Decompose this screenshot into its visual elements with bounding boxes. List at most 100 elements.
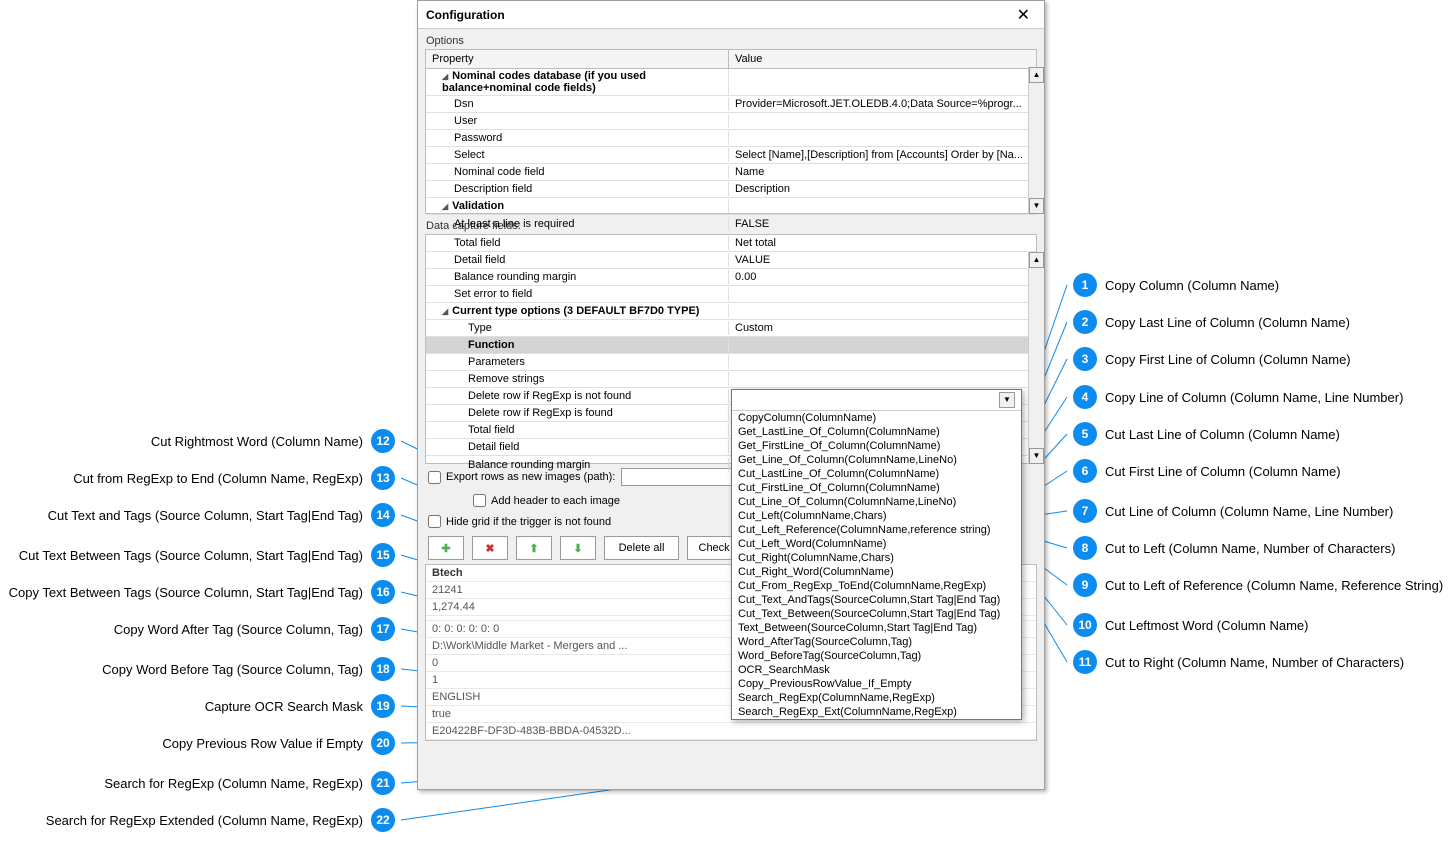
dropdown-item[interactable]: Copy_PreviousRowValue_If_Empty [732, 677, 1021, 691]
callout: 13Cut from RegExp to End (Column Name, R… [73, 466, 403, 490]
callout: 8Cut to Left (Column Name, Number of Cha… [1065, 536, 1395, 560]
chevron-down-icon[interactable]: ▼ [999, 392, 1015, 408]
dropdown-item[interactable]: Cut_Left(ColumnName,Chars) [732, 509, 1021, 523]
group-current-type[interactable]: Current type options (3 DEFAULT BF7D0 TY… [426, 303, 1036, 320]
dropdown-item[interactable]: Cut_Text_AndTags(SourceColumn,Start Tag|… [732, 593, 1021, 607]
callout-number: 13 [371, 466, 395, 490]
callout-label: Copy Column (Column Name) [1105, 278, 1279, 293]
callout-label: Copy Last Line of Column (Column Name) [1105, 315, 1350, 330]
arrow-down-icon: ⬇ [573, 542, 582, 555]
scroll-up-icon[interactable]: ▲ [1029, 252, 1044, 268]
scrollbar[interactable]: ▲ ▼ [1028, 252, 1044, 464]
dropdown-item[interactable]: Cut_Right_Word(ColumnName) [732, 565, 1021, 579]
callout: 7Cut Line of Column (Column Name, Line N… [1065, 499, 1393, 523]
callout-number: 22 [371, 808, 395, 832]
x-icon: ✖ [485, 542, 494, 555]
callout-number: 9 [1073, 573, 1097, 597]
move-up-button[interactable]: ⬆ [516, 536, 552, 560]
dropdown-item[interactable]: Search_RegExp_Ext(ColumnName,RegExp) [732, 705, 1021, 719]
grid-row[interactable]: DsnProvider=Microsoft.JET.OLEDB.4.0;Data… [426, 96, 1036, 113]
dropdown-item[interactable]: Cut_Right(ColumnName,Chars) [732, 551, 1021, 565]
add-button[interactable]: ✚ [428, 536, 464, 560]
grid-row[interactable]: Detail fieldVALUE [426, 252, 1036, 269]
grid-row[interactable]: At least a line is requiredFALSE [426, 215, 1036, 232]
hide-grid-checkbox[interactable] [428, 515, 441, 528]
dropdown-item[interactable]: CopyColumn(ColumnName) [732, 411, 1021, 425]
dropdown-item[interactable]: Search_RegExp(ColumnName,RegExp) [732, 691, 1021, 705]
dropdown-current[interactable]: ▼ [732, 390, 1021, 411]
dropdown-item[interactable]: Text_Between(SourceColumn,Start Tag|End … [732, 621, 1021, 635]
grid-row[interactable]: Password [426, 130, 1036, 147]
scroll-down-icon[interactable]: ▼ [1029, 448, 1044, 464]
grid-row[interactable]: Set error to field [426, 286, 1036, 303]
callout-number: 16 [371, 580, 395, 604]
callout: 15Cut Text Between Tags (Source Column, … [19, 543, 403, 567]
delete-button[interactable]: ✖ [472, 536, 508, 560]
group-nominal[interactable]: Nominal codes database (if you used bala… [426, 69, 1036, 96]
grid-row[interactable]: SelectSelect [Name],[Description] from [… [426, 147, 1036, 164]
grid-row[interactable]: Balance rounding margin0.00 [426, 269, 1036, 286]
grid-row[interactable]: Total fieldNet total [426, 235, 1036, 252]
dropdown-item[interactable]: Word_AfterTag(SourceColumn,Tag) [732, 635, 1021, 649]
callout-label: Search for RegExp Extended (Column Name,… [46, 813, 363, 828]
dropdown-item[interactable]: Cut_LastLine_Of_Column(ColumnName) [732, 467, 1021, 481]
dropdown-item[interactable]: Cut_From_RegExp_ToEnd(ColumnName,RegExp) [732, 579, 1021, 593]
callout: 14Cut Text and Tags (Source Column, Star… [48, 503, 403, 527]
dropdown-item[interactable]: Cut_Line_Of_Column(ColumnName,LineNo) [732, 495, 1021, 509]
scroll-down-icon[interactable]: ▼ [1029, 198, 1044, 214]
scrollbar[interactable]: ▲ ▼ [1028, 67, 1044, 214]
dropdown-item[interactable]: Word_BeforeTag(SourceColumn,Tag) [732, 649, 1021, 663]
callout-label: Copy Previous Row Value if Empty [162, 736, 363, 751]
options-label: Options [418, 29, 1044, 49]
plus-icon: ✚ [441, 542, 450, 555]
callout-label: Cut Text Between Tags (Source Column, St… [19, 548, 363, 563]
grid-row[interactable]: Function [426, 337, 1036, 354]
callout: 5Cut Last Line of Column (Column Name) [1065, 422, 1340, 446]
dropdown-item[interactable]: Cut_FirstLine_Of_Column(ColumnName) [732, 481, 1021, 495]
callout-number: 10 [1073, 613, 1097, 637]
add-header-label: Add header to each image [491, 495, 620, 507]
move-down-button[interactable]: ⬇ [560, 536, 596, 560]
grid-row[interactable]: TypeCustom [426, 320, 1036, 337]
callout-number: 4 [1073, 385, 1097, 409]
callout: 6Cut First Line of Column (Column Name) [1065, 459, 1341, 483]
callout: 21Search for RegExp (Column Name, RegExp… [104, 771, 403, 795]
grid-row[interactable]: Parameters [426, 354, 1036, 371]
group-validation[interactable]: Validation [426, 198, 1036, 215]
dropdown-item[interactable]: Cut_Text_Between(SourceColumn,Start Tag|… [732, 607, 1021, 621]
callout-label: Cut to Right (Column Name, Number of Cha… [1105, 655, 1404, 670]
grid-row[interactable]: Remove strings [426, 371, 1036, 388]
dropdown-item[interactable]: Get_FirstLine_Of_Column(ColumnName) [732, 439, 1021, 453]
delete-all-button[interactable]: Delete all [604, 536, 679, 560]
callout-label: Copy Text Between Tags (Source Column, S… [9, 585, 363, 600]
callout: 12Cut Rightmost Word (Column Name) [151, 429, 403, 453]
grid-row[interactable]: User [426, 113, 1036, 130]
hide-grid-label: Hide grid if the trigger is not found [446, 516, 611, 528]
grid-row[interactable]: Description fieldDescription [426, 181, 1036, 198]
list-item[interactable]: E20422BF-DF3D-483B-BBDA-04532D... [426, 723, 1036, 740]
col-property: Property [426, 50, 729, 68]
dropdown-item[interactable]: Cut_Left_Word(ColumnName) [732, 537, 1021, 551]
callout-label: Copy Word After Tag (Source Column, Tag) [114, 622, 363, 637]
dropdown-item[interactable]: Get_LastLine_Of_Column(ColumnName) [732, 425, 1021, 439]
dropdown-item[interactable]: Get_Line_Of_Column(ColumnName,LineNo) [732, 453, 1021, 467]
callout-label: Cut Leftmost Word (Column Name) [1105, 618, 1309, 633]
callout-number: 11 [1073, 650, 1097, 674]
scroll-up-icon[interactable]: ▲ [1029, 67, 1044, 83]
callout-number: 20 [371, 731, 395, 755]
dropdown-item[interactable]: OCR_SearchMask [732, 663, 1021, 677]
dropdown-item[interactable]: Cut_Left_Reference(ColumnName,reference … [732, 523, 1021, 537]
callout: 4Copy Line of Column (Column Name, Line … [1065, 385, 1403, 409]
callout-label: Copy Word Before Tag (Source Column, Tag… [102, 662, 363, 677]
function-dropdown[interactable]: ▼ CopyColumn(ColumnName)Get_LastLine_Of_… [731, 389, 1022, 720]
callout-number: 12 [371, 429, 395, 453]
callout: 9Cut to Left of Reference (Column Name, … [1065, 573, 1443, 597]
dialog-title: Configuration [426, 8, 505, 22]
col-value: Value [729, 50, 1036, 68]
grid-header: Property Value [426, 50, 1036, 69]
add-header-checkbox[interactable] [473, 494, 486, 507]
close-icon[interactable]: ✕ [1011, 3, 1036, 27]
callout-number: 19 [371, 694, 395, 718]
options-grid: Property Value Nominal codes database (i… [425, 49, 1037, 214]
grid-row[interactable]: Nominal code fieldName [426, 164, 1036, 181]
